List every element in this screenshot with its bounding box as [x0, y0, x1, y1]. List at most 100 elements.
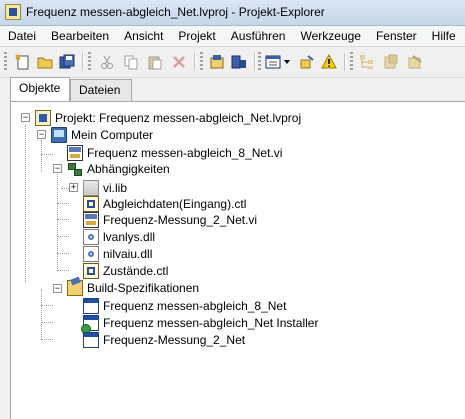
properties-icon[interactable] — [406, 53, 424, 71]
tree-line — [41, 305, 53, 306]
labview-project-icon — [5, 4, 21, 20]
warning-icon[interactable] — [320, 53, 338, 71]
vi-icon — [83, 211, 99, 228]
collapse-toggle[interactable]: − — [37, 130, 46, 139]
dll-icon — [83, 228, 99, 245]
title-bar: Frequenz messen-abgleich_Net.lvproj - Pr… — [0, 0, 465, 26]
chevron-down-icon[interactable] — [282, 53, 292, 71]
tree-line — [41, 322, 53, 323]
toolbar-separator — [194, 53, 196, 71]
tree-item-dependencies[interactable]: Abhängigkeiten — [67, 160, 170, 177]
tree-line — [41, 289, 42, 339]
collapse-toggle[interactable]: − — [53, 284, 62, 293]
toolbar-grip[interactable] — [200, 52, 203, 72]
tree-item-dll[interactable]: nilvaiu.dll — [83, 245, 152, 262]
tree-item-build-app[interactable]: Frequenz-Messung_2_Net — [83, 331, 245, 348]
tree-line — [25, 125, 26, 283]
tree-line — [57, 174, 58, 271]
tree-item-project[interactable]: Projekt: Frequenz messen-abgleich_Net.lv… — [35, 109, 301, 126]
menu-ansicht[interactable]: Ansicht — [116, 26, 170, 46]
tree-item-folder[interactable]: vi.lib — [83, 179, 127, 196]
source-control-icon[interactable] — [382, 53, 400, 71]
tree-item-label: vi.lib — [103, 180, 128, 195]
collapse-toggle[interactable]: − — [21, 113, 30, 122]
toolbar-grip[interactable] — [88, 52, 91, 72]
toolbar-separator — [254, 53, 256, 71]
tree-item-label: Projekt: Frequenz messen-abgleich_Net.lv… — [55, 110, 302, 125]
tab-objekte[interactable]: Objekte — [10, 77, 70, 101]
tree-item-label: Mein Computer — [71, 127, 154, 142]
tree-line — [57, 219, 69, 220]
build-specifications-icon — [67, 279, 83, 296]
tree-item-control[interactable]: Zustände.ctl — [83, 262, 168, 279]
tree-item-vi[interactable]: Frequenz-Messung_2_Net.vi — [83, 211, 257, 228]
tree-item-label: lvanlys.dll — [103, 229, 156, 244]
save-all-icon[interactable] — [58, 53, 76, 71]
control-icon — [83, 262, 99, 279]
toolbar-separator — [82, 53, 84, 71]
project-icon — [35, 109, 51, 126]
tree-line — [41, 154, 53, 155]
tab-dateien[interactable]: Dateien — [70, 79, 132, 101]
tree-icon[interactable] — [358, 53, 376, 71]
tree-item-label: Abgleichdaten(Eingang).ctl — [103, 196, 247, 211]
tree-line — [57, 236, 69, 237]
tree-line — [57, 253, 69, 254]
open-icon[interactable] — [36, 53, 54, 71]
tree-item-build-specs[interactable]: Build-Spezifikationen — [67, 279, 199, 296]
tree-line — [41, 140, 42, 172]
dependencies-icon — [67, 160, 83, 177]
menu-datei[interactable]: Datei — [0, 26, 43, 46]
tree-item-build-installer[interactable]: Frequenz messen-abgleich_Net Installer — [81, 314, 319, 334]
window-title: Frequenz messen-abgleich_Net.lvproj - Pr… — [26, 5, 325, 19]
menu-bearbeiten[interactable]: Bearbeiten — [43, 26, 116, 46]
installer-icon — [81, 314, 99, 334]
dll-icon — [83, 245, 99, 262]
cut-icon[interactable] — [98, 53, 116, 71]
menu-werkzeuge[interactable]: Werkzeuge — [292, 26, 367, 46]
paste-icon[interactable] — [146, 53, 164, 71]
filter-icon[interactable] — [298, 53, 316, 71]
tree-item-label: Frequenz-Messung_2_Net.vi — [103, 212, 258, 227]
tree-item-label: Frequenz messen-abgleich_8_Net.vi — [87, 145, 283, 160]
toolbar-grip[interactable] — [350, 52, 353, 72]
tree-item-label: Frequenz messen-abgleich_8_Net — [103, 298, 287, 313]
tree-item-label: Frequenz messen-abgleich_Net Installer — [103, 315, 319, 330]
tree-item-control[interactable]: Abgleichdaten(Eingang).ctl — [83, 195, 246, 212]
expand-toggle[interactable]: + — [69, 183, 78, 192]
computer-icon — [51, 126, 67, 143]
tree-item-label: Frequenz-Messung_2_Net — [103, 332, 246, 347]
project-tree[interactable]: − − − + − Projekt: Frequenz messen-abgle… — [10, 101, 465, 419]
menu-bar: Datei Bearbeiten Ansicht Projekt Ausführ… — [0, 26, 465, 47]
new-icon[interactable] — [14, 53, 32, 71]
menu-ausfuehren[interactable]: Ausführen — [223, 26, 293, 46]
toolbar-grip[interactable] — [4, 52, 7, 72]
copy-icon[interactable] — [122, 53, 140, 71]
deploy-icon[interactable] — [230, 53, 248, 71]
tree-item-computer[interactable]: Mein Computer — [51, 126, 153, 143]
tree-item-dll[interactable]: lvanlys.dll — [83, 228, 155, 245]
view-icon[interactable] — [264, 53, 282, 71]
tree-line — [61, 188, 69, 189]
folder-icon — [83, 179, 99, 196]
application-icon — [83, 331, 99, 348]
application-icon — [83, 297, 99, 314]
toolbar — [0, 47, 465, 78]
delete-icon[interactable] — [170, 53, 188, 71]
menu-projekt[interactable]: Projekt — [170, 26, 222, 46]
menu-fenster[interactable]: Fenster — [368, 26, 424, 46]
tree-item-vi[interactable]: Frequenz messen-abgleich_8_Net.vi — [67, 144, 282, 161]
tree-item-build-app[interactable]: Frequenz messen-abgleich_8_Net — [83, 297, 286, 314]
collapse-toggle[interactable]: − — [53, 164, 62, 173]
toolbar-separator — [344, 53, 346, 71]
build-icon[interactable] — [208, 53, 226, 71]
tree-item-label: Abhängigkeiten — [87, 161, 170, 176]
tree-item-label: Build-Spezifikationen — [87, 280, 200, 295]
toolbar-grip[interactable] — [258, 52, 261, 72]
tree-item-label: Zustände.ctl — [103, 263, 169, 278]
tree-line — [57, 203, 69, 204]
vi-icon — [67, 144, 83, 161]
tree-line — [57, 270, 69, 271]
menu-hilfe[interactable]: Hilfe — [424, 26, 463, 46]
tree-item-label: nilvaiu.dll — [103, 246, 153, 261]
